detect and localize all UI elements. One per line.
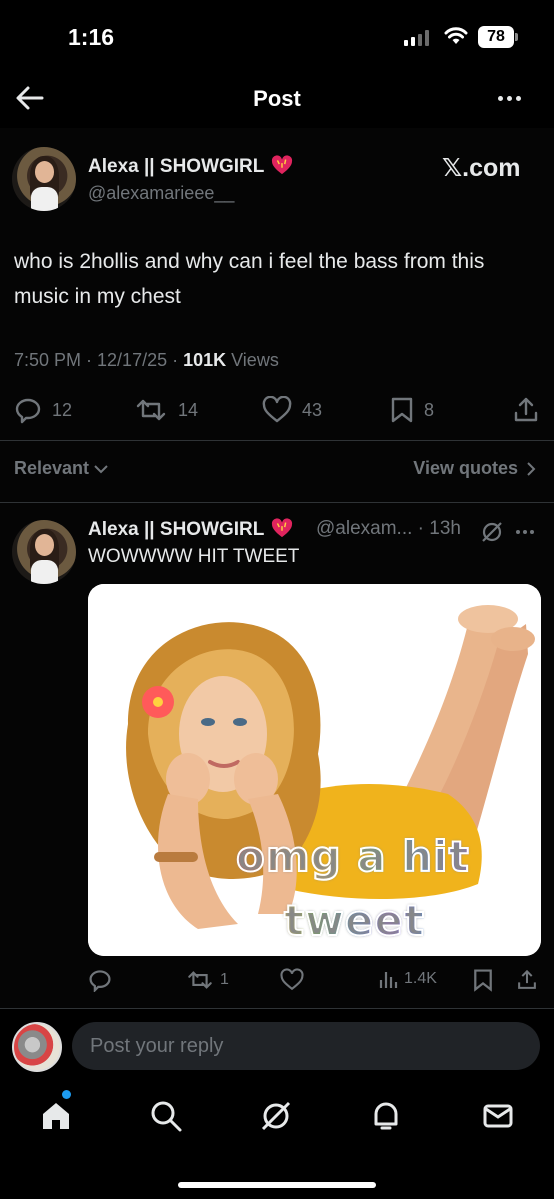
views-label: Views (226, 350, 279, 370)
heart-emoji-icon (272, 518, 293, 538)
chevron-down-icon (94, 464, 108, 473)
tab-home[interactable] (36, 1096, 76, 1136)
author-avatar[interactable] (12, 147, 76, 211)
source-label: 𝕏.com (442, 154, 521, 182)
heart-emoji-icon (272, 155, 293, 175)
search-icon (151, 1101, 182, 1132)
reply-more-icon[interactable] (516, 530, 534, 534)
author-handle[interactable]: @alexamarieee__ (88, 183, 234, 204)
relevant-sort-dropdown[interactable]: Relevant (14, 458, 109, 479)
replies-sort-row: Relevant View quotes (0, 454, 554, 484)
repost-button[interactable]: 14 (134, 396, 198, 424)
like-icon[interactable] (280, 968, 304, 992)
like-button[interactable]: 43 (262, 396, 322, 424)
post-actions: 12 14 43 8 (0, 392, 554, 430)
page-title: Post (253, 86, 301, 111)
more-icon[interactable] (498, 88, 530, 108)
views-icon (379, 972, 398, 988)
reply-repost-button[interactable]: 1 (186, 968, 229, 992)
top-nav-bar: Post (0, 70, 554, 128)
bookmark-button[interactable]: 8 (390, 396, 434, 424)
reply-input[interactable]: Post your reply (72, 1022, 540, 1070)
meme-caption-line1: omg a hit (235, 831, 470, 882)
views-count[interactable]: 101K (183, 350, 226, 370)
home-icon (43, 1103, 69, 1129)
repost-icon (136, 399, 166, 421)
view-quotes-link[interactable]: View quotes (413, 458, 536, 479)
notification-dot (62, 1090, 71, 1099)
reply-text: WOWWWW HIT TWEET (88, 546, 300, 567)
tab-notifications[interactable] (366, 1096, 406, 1136)
grok-icon[interactable] (480, 520, 504, 544)
divider (0, 1008, 554, 1009)
home-indicator (178, 1182, 376, 1188)
divider (0, 502, 554, 503)
reply-actions: 1 1.4K (0, 966, 554, 996)
reply-button[interactable]: 12 (14, 396, 72, 424)
reply-icon (15, 398, 41, 424)
reply-icon[interactable] (88, 968, 112, 992)
reply-views-button[interactable]: 1.4K (378, 968, 437, 990)
post-timestamp: 7:50 PM · 12/17/25 · (14, 350, 184, 370)
reply-composer: Post your reply (0, 1010, 554, 1082)
post-text: who is 2hollis and why can i feel the ba… (14, 250, 485, 308)
current-user-avatar[interactable] (12, 1022, 62, 1072)
status-time: 1:16 (68, 24, 115, 50)
messages-icon (483, 1104, 513, 1128)
bottom-tab-bar (0, 1082, 554, 1199)
share-icon[interactable] (516, 968, 538, 992)
bookmark-icon[interactable] (472, 968, 494, 992)
chevron-right-icon (527, 461, 536, 476)
reply-handle-time[interactable]: @alexam... · 13h (316, 518, 461, 540)
meme-caption-line2: tweet (283, 895, 425, 946)
tab-grok[interactable] (256, 1096, 296, 1136)
reply-media-image[interactable]: omg a hit tweet (88, 584, 541, 956)
status-bar: 1:16 78 (0, 0, 554, 70)
tab-search[interactable] (146, 1096, 186, 1136)
notifications-icon (374, 1102, 398, 1130)
divider (0, 440, 554, 441)
bookmark-icon (391, 397, 413, 423)
reply-author-avatar[interactable] (12, 520, 76, 584)
post-meta: 7:50 PM · 12/17/25 · 101K Views (14, 350, 279, 371)
tab-messages[interactable] (478, 1096, 518, 1136)
wifi-icon (444, 27, 468, 44)
battery-indicator: 78 (478, 26, 518, 48)
reply-author-name[interactable]: Alexa || SHOWGIRL (88, 518, 293, 541)
cellular-signal-icon (404, 30, 429, 46)
author-name[interactable]: Alexa || SHOWGIRL (88, 155, 293, 178)
grok-icon (261, 1101, 291, 1131)
repost-icon (188, 971, 212, 989)
share-icon[interactable] (512, 396, 540, 424)
like-icon (262, 396, 292, 423)
